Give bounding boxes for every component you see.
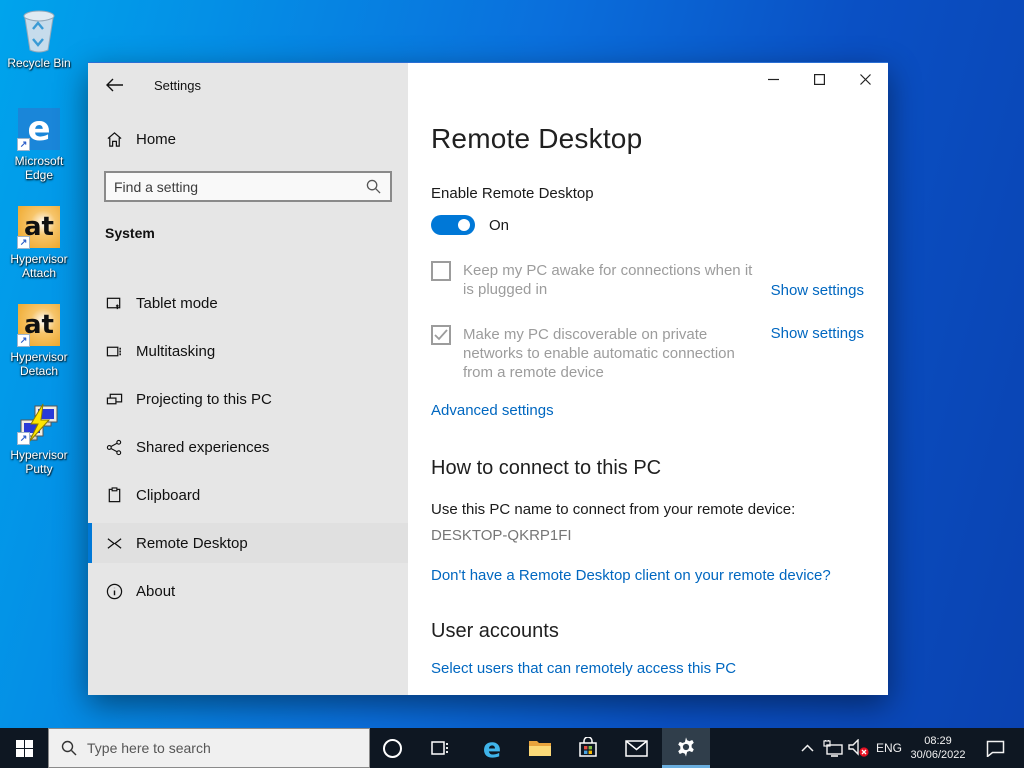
putty-icon: ↗ xyxy=(16,400,62,446)
sidebar-item-label: Shared experiences xyxy=(136,439,269,456)
sidebar-item-shared-experiences[interactable]: Shared experiences xyxy=(88,427,408,467)
pc-name-value: DESKTOP-QKRP1FI xyxy=(431,527,864,545)
sidebar-item-about[interactable]: About xyxy=(88,571,408,611)
remote-desktop-icon xyxy=(106,535,123,552)
sidebar-item-label: Clipboard xyxy=(136,487,200,504)
start-button[interactable] xyxy=(0,728,48,768)
shortcut-arrow-icon: ↗ xyxy=(17,334,30,347)
settings-window: Settings Home System xyxy=(88,62,888,695)
tablet-icon xyxy=(106,295,123,312)
sidebar-item-label: Multitasking xyxy=(136,343,215,360)
desktop-icon-list: Recycle Bin e ↗ Microsoft Edge at ↗ Hype… xyxy=(0,8,78,498)
mail-button[interactable] xyxy=(616,728,656,768)
shared-experiences-icon xyxy=(106,439,123,456)
settings-sidebar: Settings Home System xyxy=(88,63,408,695)
select-users-link[interactable]: Select users that can remotely access th… xyxy=(431,660,736,677)
sidebar-item-clipboard[interactable]: Clipboard xyxy=(88,475,408,515)
desktop-background: Recycle Bin e ↗ Microsoft Edge at ↗ Hype… xyxy=(0,0,1024,768)
toggle-knob xyxy=(458,219,470,231)
edge-icon: e xyxy=(483,735,501,762)
discoverable-option-row: Make my PC discoverable on private netwo… xyxy=(431,325,864,382)
sidebar-item-home[interactable]: Home xyxy=(88,119,408,159)
maximize-button[interactable] xyxy=(796,63,842,95)
toggle-state-label: On xyxy=(489,217,509,234)
sidebar-section-label: System xyxy=(105,225,155,241)
desktop-icon-microsoft-edge[interactable]: e ↗ Microsoft Edge xyxy=(0,106,78,196)
remote-desktop-client-link[interactable]: Don't have a Remote Desktop client on yo… xyxy=(431,567,831,584)
desktop-icon-hypervisor-detach[interactable]: at ↗ Hypervisor Detach xyxy=(0,302,78,392)
network-tray-icon[interactable] xyxy=(820,728,846,768)
sidebar-item-multitasking[interactable]: Multitasking xyxy=(88,331,408,371)
tray-date: 30/06/2022 xyxy=(910,748,965,762)
back-button[interactable] xyxy=(104,75,124,95)
about-icon xyxy=(106,583,123,600)
shortcut-arrow-icon: ↗ xyxy=(17,138,30,151)
minimize-button[interactable] xyxy=(750,63,796,95)
sidebar-item-remote-desktop[interactable]: Remote Desktop xyxy=(88,523,408,563)
edge-taskbar-button[interactable]: e xyxy=(472,728,512,768)
discoverable-label: Make my PC discoverable on private netwo… xyxy=(463,325,759,382)
desktop-icon-label: Recycle Bin xyxy=(7,56,70,70)
action-center-button[interactable] xyxy=(978,728,1012,768)
sidebar-home-label: Home xyxy=(136,131,176,148)
tray-chevron-icon[interactable] xyxy=(796,728,818,768)
sidebar-item-label: About xyxy=(136,583,175,600)
tray-time: 08:29 xyxy=(924,734,952,748)
sidebar-item-label: Projecting to this PC xyxy=(136,391,272,408)
page-title: Remote Desktop xyxy=(431,121,864,157)
how-to-connect-heading: How to connect to this PC xyxy=(431,455,864,481)
sidebar-item-tablet-mode[interactable]: Tablet mode xyxy=(88,283,408,323)
file-explorer-button[interactable] xyxy=(520,728,560,768)
desktop-icon-label: Microsoft Edge xyxy=(0,154,78,182)
keep-awake-checkbox[interactable] xyxy=(431,261,451,281)
keep-awake-label: Keep my PC awake for connections when it… xyxy=(463,261,759,299)
user-accounts-heading: User accounts xyxy=(431,618,864,644)
pc-name-label: Use this PC name to connect from your re… xyxy=(431,501,864,519)
clock[interactable]: 08:29 30/06/2022 xyxy=(906,728,970,768)
desktop-icon-recycle-bin[interactable]: Recycle Bin xyxy=(0,8,78,98)
sidebar-item-label: Tablet mode xyxy=(136,295,218,312)
settings-search-input[interactable] xyxy=(106,179,366,195)
settings-search-box[interactable] xyxy=(104,171,392,202)
volume-muted-tray-icon[interactable] xyxy=(846,728,872,768)
enable-remote-desktop-label: Enable Remote Desktop xyxy=(431,185,864,203)
keep-awake-option-row: Keep my PC awake for connections when it… xyxy=(431,261,864,299)
advanced-settings-link[interactable]: Advanced settings xyxy=(431,402,554,419)
cortana-button[interactable] xyxy=(372,728,412,768)
search-icon xyxy=(61,740,77,756)
desktop-icon-label: Hypervisor Detach xyxy=(0,350,78,378)
clipboard-icon xyxy=(106,487,123,504)
multitasking-icon xyxy=(106,343,123,360)
task-view-button[interactable] xyxy=(420,728,460,768)
settings-taskbar-button[interactable] xyxy=(662,728,710,768)
sidebar-nav: Tablet mode Multitasking Projecting to t… xyxy=(88,283,408,619)
window-title: Settings xyxy=(154,78,201,93)
close-button[interactable] xyxy=(842,63,888,95)
shortcut-arrow-icon: ↗ xyxy=(17,236,30,249)
home-icon xyxy=(106,131,123,148)
keep-awake-show-settings-link[interactable]: Show settings xyxy=(771,282,864,299)
desktop-icon-label: Hypervisor Attach xyxy=(0,252,78,280)
settings-content-pane: Remote Desktop Enable Remote Desktop On … xyxy=(408,63,888,695)
hypervisor-detach-icon: at ↗ xyxy=(16,302,62,348)
taskbar: e ENG 08:29 30/06/2022 xyxy=(0,728,1024,768)
hypervisor-attach-icon: at ↗ xyxy=(16,204,62,250)
taskbar-search-input[interactable] xyxy=(87,740,369,756)
store-button[interactable] xyxy=(568,728,608,768)
taskbar-search-box[interactable] xyxy=(48,728,370,768)
search-icon xyxy=(366,179,390,194)
desktop-icon-label: Hypervisor Putty xyxy=(0,448,78,476)
sidebar-item-projecting[interactable]: Projecting to this PC xyxy=(88,379,408,419)
language-indicator[interactable]: ENG xyxy=(872,728,906,768)
projecting-icon xyxy=(106,391,123,408)
discoverable-show-settings-link[interactable]: Show settings xyxy=(771,325,864,342)
edge-icon: e ↗ xyxy=(16,106,62,152)
desktop-icon-hypervisor-attach[interactable]: at ↗ Hypervisor Attach xyxy=(0,204,78,294)
shortcut-arrow-icon: ↗ xyxy=(17,432,30,445)
desktop-icon-hypervisor-putty[interactable]: ↗ Hypervisor Putty xyxy=(0,400,78,490)
discoverable-checkbox[interactable] xyxy=(431,325,451,345)
sidebar-item-label: Remote Desktop xyxy=(136,535,248,552)
recycle-bin-icon xyxy=(16,8,62,54)
remote-desktop-toggle[interactable] xyxy=(431,215,475,235)
